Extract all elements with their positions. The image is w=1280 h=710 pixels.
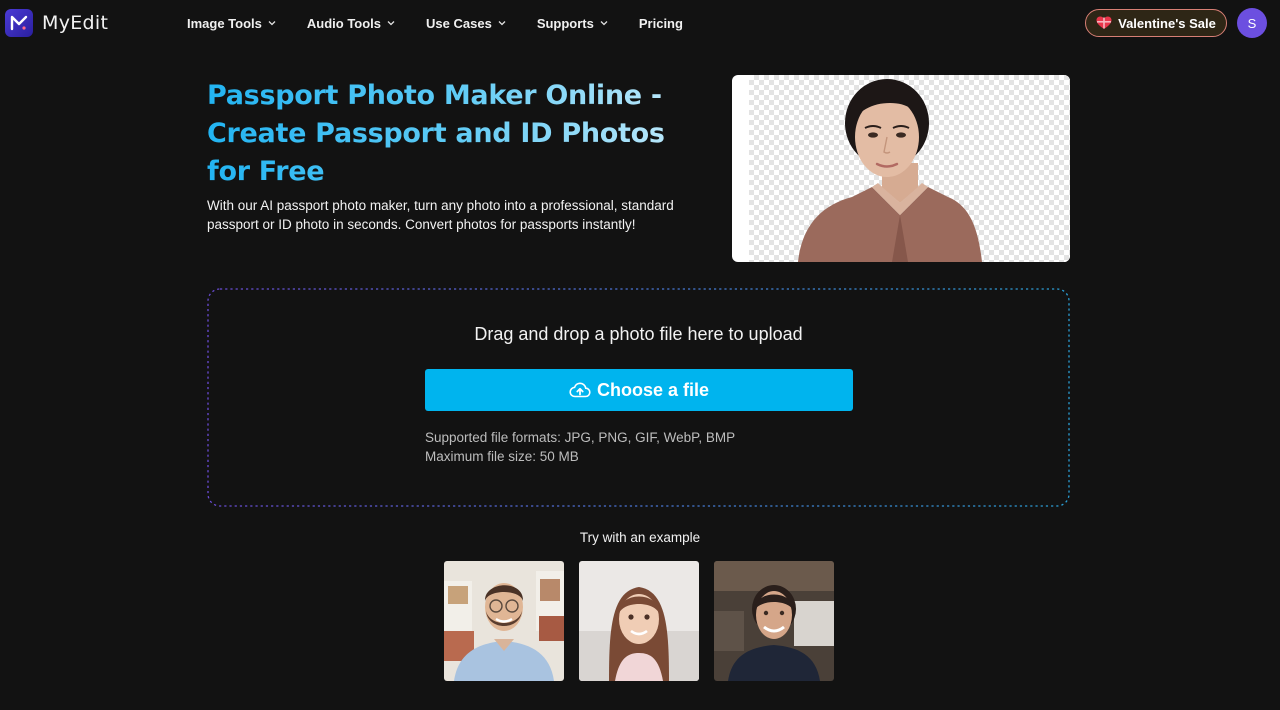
nav-pricing[interactable]: Pricing bbox=[639, 16, 683, 31]
example-image-woman[interactable] bbox=[714, 561, 834, 681]
man-portrait-thumbnail bbox=[444, 561, 564, 681]
sale-label: Valentine's Sale bbox=[1118, 15, 1216, 31]
example-image-girl[interactable] bbox=[579, 561, 699, 681]
nav-use-cases[interactable]: Use Cases bbox=[426, 16, 507, 31]
woman-portrait-illustration bbox=[798, 79, 982, 262]
user-avatar[interactable]: S bbox=[1237, 8, 1267, 38]
hero-sample-image bbox=[732, 75, 1070, 262]
heart-gift-icon bbox=[1096, 16, 1112, 29]
upload-requirements: Supported file formats: JPG, PNG, GIF, W… bbox=[425, 428, 735, 466]
page-title: Passport Photo Maker Online - Create Pas… bbox=[207, 77, 687, 191]
examples-label: Try with an example bbox=[579, 530, 701, 545]
example-image-man[interactable] bbox=[444, 561, 564, 681]
upload-dropzone[interactable]: Drag and drop a photo file here to uploa… bbox=[207, 288, 1070, 507]
woman-portrait-thumbnail bbox=[714, 561, 834, 681]
nav-label: Pricing bbox=[638, 15, 683, 31]
nav-audio-tools[interactable]: Audio Tools bbox=[307, 16, 396, 31]
choose-file-label: Choose a file bbox=[596, 379, 710, 400]
chevron-down-icon bbox=[387, 21, 395, 26]
brand-logo[interactable]: MyEdit bbox=[5, 9, 108, 37]
nav-label: Image Tools bbox=[187, 15, 262, 31]
nav-label: Audio Tools bbox=[306, 15, 382, 31]
girl-portrait-thumbnail bbox=[579, 561, 699, 681]
chevron-down-icon bbox=[268, 21, 276, 26]
example-images bbox=[444, 561, 834, 681]
brand-name: MyEdit bbox=[42, 12, 109, 34]
nav-label: Supports bbox=[536, 15, 594, 31]
nav-label: Use Cases bbox=[426, 15, 492, 31]
avatar-initial: S bbox=[1247, 15, 1257, 31]
top-navigation-bar: MyEdit Image Tools Audio Tools Use Cases… bbox=[0, 0, 1280, 46]
nav-image-tools[interactable]: Image Tools bbox=[187, 16, 277, 31]
main-nav: Image Tools Audio Tools Use Cases Suppor… bbox=[187, 0, 713, 46]
myedit-logo-icon bbox=[5, 9, 33, 37]
choose-file-button[interactable]: Choose a file bbox=[425, 369, 853, 411]
supported-formats: Supported file formats: JPG, PNG, GIF, W… bbox=[425, 430, 736, 445]
chevron-down-icon bbox=[600, 21, 608, 26]
valentines-sale-button[interactable]: Valentine's Sale bbox=[1085, 9, 1227, 37]
cloud-upload-icon bbox=[569, 382, 591, 398]
nav-supports[interactable]: Supports bbox=[537, 16, 609, 31]
upload-hint: Drag and drop a photo file here to uploa… bbox=[474, 324, 803, 344]
chevron-down-icon bbox=[498, 21, 506, 26]
max-file-size: Maximum file size: 50 MB bbox=[425, 449, 579, 464]
page-description: With our AI passport photo maker, turn a… bbox=[207, 198, 674, 232]
